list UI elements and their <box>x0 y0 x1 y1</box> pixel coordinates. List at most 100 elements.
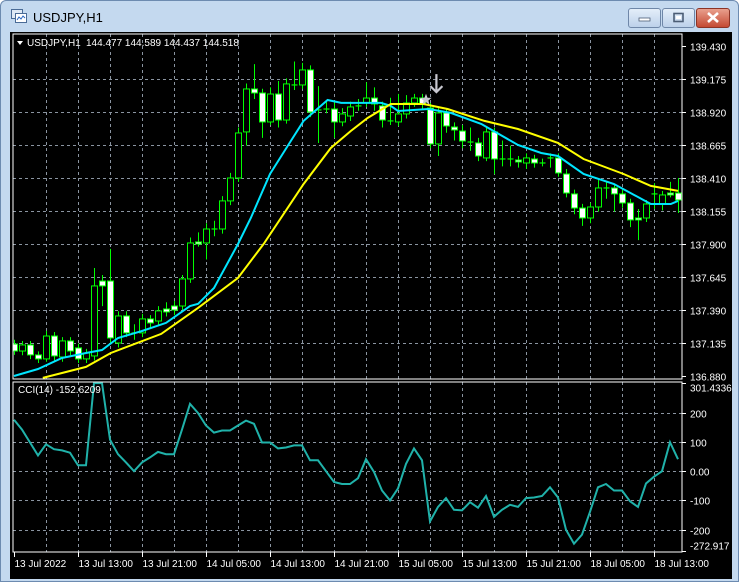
candle-bear <box>195 241 202 245</box>
candle-bear <box>443 112 450 127</box>
price-axis-label: 139.175 <box>690 76 727 87</box>
candles <box>13 61 682 364</box>
candle-bear <box>251 88 258 94</box>
candle-bear <box>451 126 458 131</box>
candle-bull <box>91 285 98 357</box>
price-axis-label: 137.900 <box>690 241 727 252</box>
time-axis-label: 13 Jul 2022 <box>15 559 67 570</box>
price-axis-label: 137.135 <box>690 340 727 351</box>
time-axis-label: 15 Jul 05:00 <box>399 559 454 570</box>
price-axis-label: 138.920 <box>690 109 727 120</box>
candle-bear <box>531 158 538 164</box>
candle-bear <box>35 354 42 360</box>
cci-axis-label: 0.00 <box>690 468 710 479</box>
ohlc-readout: 144.477 144.589 144.437 144.518 <box>86 38 239 49</box>
candle-bull <box>347 106 354 117</box>
price-axis-label: 139.430 <box>690 43 727 54</box>
candle-bear <box>331 108 338 123</box>
cci-axis-label: 200 <box>690 410 707 421</box>
candle-bull <box>435 112 442 145</box>
cci-axis-label: 301.4336 <box>690 384 732 395</box>
candle-bull <box>395 113 402 123</box>
candle-bull <box>219 200 226 230</box>
close-icon <box>707 12 719 23</box>
candle-bear <box>475 142 482 157</box>
candle-bear <box>579 207 586 219</box>
dropdown-triangle-icon[interactable] <box>17 41 23 45</box>
time-axis-label: 14 Jul 21:00 <box>335 559 390 570</box>
candle-bull <box>179 278 186 307</box>
time-axis-label: 13 Jul 21:00 <box>143 559 198 570</box>
candle-bear <box>619 193 626 204</box>
candle-bear <box>107 280 114 339</box>
title-bar[interactable]: USDJPY,H1 <box>1 1 738 31</box>
price-axis-label: 138.665 <box>690 142 727 153</box>
down-arrow-icon <box>429 74 444 94</box>
candle-bull <box>267 93 274 123</box>
candle-bear <box>163 308 170 313</box>
candle-bear <box>555 157 562 174</box>
candle-bull <box>43 335 50 360</box>
chart-canvas[interactable]: 139.430 139.175 138.920 138.665 138.410 138.1… <box>10 32 732 579</box>
candle-bear <box>571 193 578 209</box>
chart-window: USDJPY,H1 139.430 139.175 138.920 138.665 13… <box>0 0 739 582</box>
cci-label: CCI(14) -152.6209 <box>18 385 101 396</box>
candle-bull <box>299 69 306 86</box>
candle-bear <box>99 280 106 287</box>
axes: 139.430 139.175 138.920 138.665 138.410 138.1… <box>14 43 732 570</box>
cci-axis-label: -272.917 <box>690 542 730 553</box>
candle-bull <box>643 203 650 219</box>
candle-bull <box>59 340 66 358</box>
candle-bear <box>259 92 266 123</box>
candle-bear <box>307 69 314 113</box>
maximize-icon <box>673 12 684 23</box>
cci-indicator <box>13 382 679 546</box>
candle-bear <box>635 217 642 221</box>
candle-bear <box>667 192 674 196</box>
candle-bull <box>587 206 594 219</box>
price-axis-label: 137.645 <box>690 274 727 285</box>
candle-bear <box>171 305 178 311</box>
candle-bear <box>27 344 34 356</box>
cci-axis-label: -100 <box>690 497 710 508</box>
candle-bull <box>595 187 602 208</box>
price-axis-label: 138.410 <box>690 175 727 186</box>
candle-bear <box>675 192 682 201</box>
symbol-label: USDJPY,H1 <box>27 38 81 49</box>
candle-bull <box>155 310 162 322</box>
candle-bull <box>203 228 210 244</box>
candle-bear <box>611 187 618 195</box>
candle-bear <box>51 335 58 357</box>
time-axis-label: 14 Jul 05:00 <box>207 559 262 570</box>
time-axis-label: 15 Jul 21:00 <box>527 559 582 570</box>
candle-bear <box>491 131 498 160</box>
price-axis-label: 137.390 <box>690 307 727 318</box>
annotations <box>420 74 444 105</box>
candle-bear <box>147 318 154 324</box>
candle-bull <box>235 132 242 179</box>
candle-bull <box>659 194 666 205</box>
time-axis-label: 13 Jul 13:00 <box>79 559 134 570</box>
close-button[interactable] <box>696 8 730 28</box>
price-axis-label: 136.880 <box>690 373 727 384</box>
time-axis-label: 15 Jul 13:00 <box>463 559 518 570</box>
candle-bull <box>411 97 418 104</box>
cci-line <box>13 382 679 546</box>
candle-bull <box>283 83 290 121</box>
candle-bear <box>563 173 570 194</box>
chart-window-icon <box>11 9 27 23</box>
candle-bull <box>483 131 490 159</box>
cci-pane-border <box>12 381 683 553</box>
candle-bear <box>13 343 18 352</box>
minimize-button[interactable] <box>628 8 661 28</box>
chart-area[interactable]: 139.430 139.175 138.920 138.665 138.410 138.1… <box>10 32 732 579</box>
candle-bear <box>515 159 522 163</box>
maximize-button[interactable] <box>662 8 695 28</box>
minimize-icon <box>638 17 651 22</box>
candle-bear <box>275 93 282 121</box>
cci-axis-label: 100 <box>690 439 707 450</box>
candle-bull <box>339 113 346 123</box>
candle-bull <box>227 177 234 202</box>
candle-bear <box>123 315 130 334</box>
candle-bull <box>243 88 250 133</box>
